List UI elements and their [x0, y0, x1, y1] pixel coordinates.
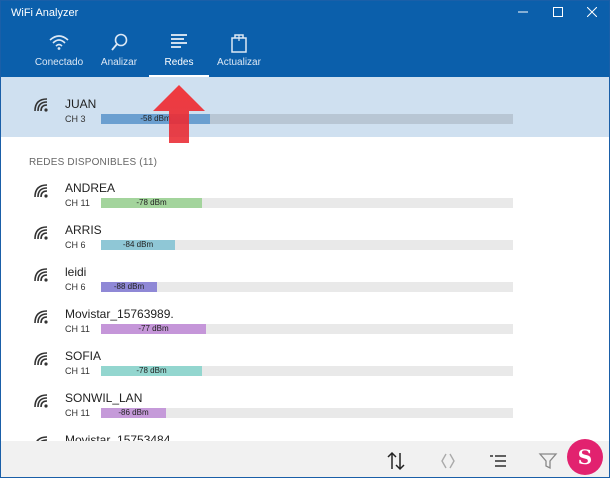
- network-row[interactable]: ARRIS CH 6 -84 dBm: [1, 213, 609, 255]
- signal-icon: [34, 352, 48, 366]
- wifi-icon: [49, 35, 69, 50]
- red-arrow-annotation: [153, 85, 205, 143]
- signal-dbm: -88 dBm: [113, 282, 145, 291]
- signal-bar-track: -78 dBm: [101, 198, 513, 208]
- network-channel: CH 11: [65, 408, 90, 418]
- close-button[interactable]: [575, 1, 609, 25]
- network-ssid: SOFIA: [65, 349, 102, 363]
- network-row[interactable]: SONWIL_LAN CH 11 -86 dBm: [1, 381, 609, 423]
- signal-icon: [34, 310, 48, 324]
- collapse-icon: [441, 453, 455, 469]
- network-channel: CH 6: [65, 240, 86, 250]
- signal-bar-track: -86 dBm: [101, 408, 513, 418]
- watermark-logo: S: [567, 439, 603, 475]
- network-row[interactable]: leidi CH 6 -88 dBm: [1, 255, 609, 297]
- title-bar: WiFi Analyzer: [1, 1, 609, 25]
- section-header: REDES DISPONIBLES (11): [29, 157, 158, 168]
- signal-icon: [34, 184, 48, 198]
- network-ssid: Movistar_15763989.: [65, 307, 174, 321]
- network-channel: CH 6: [65, 282, 86, 292]
- network-list: ANDREA CH 11 -78 dBm ARRIS CH 6 -84 dBm leidi C…: [1, 171, 609, 441]
- close-icon: [586, 6, 598, 18]
- maximize-icon: [553, 7, 563, 17]
- nav-bar: Conectado Analizar Redes Actualizar: [1, 25, 609, 77]
- list-view-icon: [490, 455, 506, 467]
- filter-icon: [538, 453, 558, 470]
- network-row[interactable]: Movistar_15753484: [1, 423, 609, 441]
- network-row[interactable]: ANDREA CH 11 -78 dBm: [1, 171, 609, 213]
- list-view-button[interactable]: [487, 450, 509, 472]
- filter-button[interactable]: [537, 450, 559, 472]
- box-icon: [231, 34, 247, 53]
- signal-icon: [34, 394, 48, 408]
- magnifier-icon: [111, 33, 128, 51]
- signal-icon: [34, 268, 48, 282]
- signal-bar-track: -84 dBm: [101, 240, 513, 250]
- signal-dbm: -84 dBm: [122, 240, 154, 249]
- sort-icon: [387, 451, 405, 471]
- signal-dbm: -78 dBm: [136, 198, 167, 207]
- tab-label: Conectado: [34, 57, 84, 68]
- svg-text:S: S: [578, 445, 592, 469]
- tab-label: Actualizar: [217, 57, 261, 68]
- signal-icon: [34, 98, 48, 112]
- tab-analizar[interactable]: Analizar: [89, 25, 149, 77]
- tab-redes[interactable]: Redes: [149, 25, 209, 77]
- network-channel: CH 11: [65, 366, 90, 376]
- signal-bar-track: -77 dBm: [101, 324, 513, 334]
- bottom-toolbar: [1, 441, 609, 477]
- signal-icon: [34, 226, 48, 240]
- tab-actualizar[interactable]: Actualizar: [209, 25, 269, 77]
- tab-label: Analizar: [100, 57, 138, 68]
- signal-dbm: -86 dBm: [118, 408, 149, 417]
- collapse-button[interactable]: [437, 450, 459, 472]
- maximize-button[interactable]: [541, 1, 575, 25]
- tab-label: Redes: [164, 57, 194, 68]
- sort-button[interactable]: [385, 450, 407, 472]
- signal-dbm: -78 dBm: [136, 366, 167, 375]
- network-ssid: JUAN: [65, 97, 97, 111]
- tab-conectado[interactable]: Conectado: [29, 25, 89, 77]
- network-ssid: Movistar_15753484: [65, 433, 171, 441]
- network-ssid: ANDREA: [65, 181, 116, 195]
- signal-bar-track: -88 dBm: [101, 282, 513, 292]
- signal-dbm: -77 dBm: [138, 324, 169, 333]
- network-row[interactable]: Movistar_15763989. CH 11 -77 dBm: [1, 297, 609, 339]
- minimize-button[interactable]: [506, 1, 540, 25]
- minimize-icon: [518, 11, 528, 13]
- network-ssid: SONWIL_LAN: [65, 391, 143, 405]
- app-window: WiFi Analyzer Conectado Analizar Redes A…: [0, 0, 610, 478]
- connected-network[interactable]: JUAN CH 3 -58 dBm: [1, 77, 609, 137]
- signal-bar-track: -78 dBm: [101, 366, 513, 376]
- network-ssid: leidi: [65, 265, 87, 279]
- network-channel: CH 11: [65, 324, 90, 334]
- network-row[interactable]: SOFIA CH 11 -78 dBm: [1, 339, 609, 381]
- network-channel: CH 3: [65, 114, 86, 124]
- list-icon: [171, 34, 187, 48]
- window-title: WiFi Analyzer: [11, 7, 79, 19]
- network-channel: CH 11: [65, 198, 90, 208]
- network-ssid: ARRIS: [65, 223, 102, 237]
